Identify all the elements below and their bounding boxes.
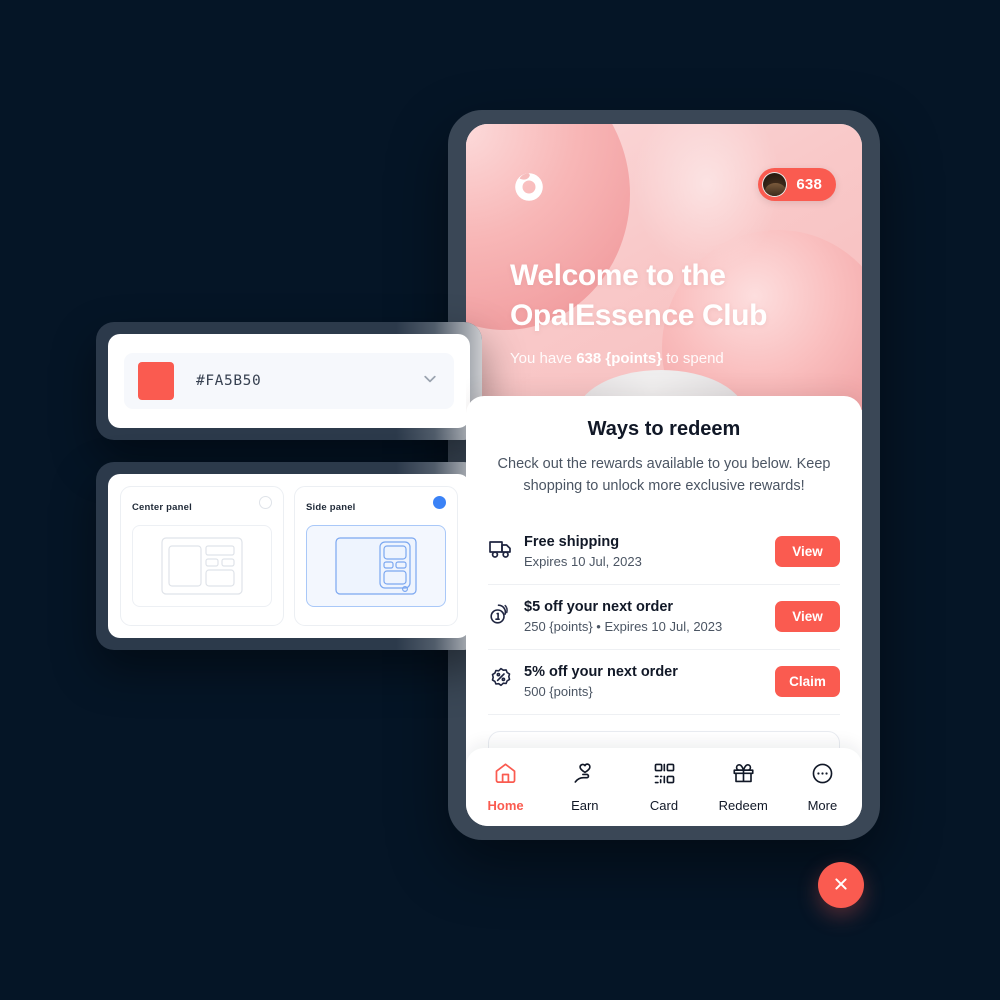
side-panel-preview bbox=[306, 525, 446, 607]
sheet-title: Ways to redeem bbox=[587, 418, 741, 440]
hero-subtitle-points: 638 {points} bbox=[576, 350, 663, 367]
gift-icon bbox=[731, 761, 756, 791]
color-swatch[interactable] bbox=[138, 362, 174, 400]
tab-earn[interactable]: Earn bbox=[545, 761, 624, 813]
chevron-down-icon[interactable] bbox=[420, 369, 440, 394]
color-select-field[interactable]: #FA5B50 bbox=[124, 353, 454, 409]
more-dots-icon bbox=[810, 761, 835, 791]
qr-card-icon bbox=[652, 761, 677, 791]
layout-option-center-panel[interactable]: Center panel bbox=[120, 486, 284, 626]
layout-options-group: Center panel Side panel bbox=[120, 486, 458, 626]
color-hex-value: #FA5B50 bbox=[196, 373, 262, 389]
reward-row: $5 off your next order 250 {points} • Ex… bbox=[488, 585, 840, 650]
color-picker-panel: #FA5B50 bbox=[96, 322, 482, 440]
hero-subtitle-suffix: to spend bbox=[662, 350, 724, 367]
color-picker-card: #FA5B50 bbox=[108, 334, 470, 428]
tab-label: Earn bbox=[571, 798, 599, 813]
user-avatar bbox=[762, 172, 788, 197]
radio-button[interactable] bbox=[259, 496, 272, 509]
reward-row: Free shipping Expires 10 Jul, 2023 View bbox=[488, 520, 840, 585]
phone-mockup: 638 Welcome to the OpalEssence Club You … bbox=[448, 110, 880, 840]
bottom-tab-bar: Home Earn Card Redeem More bbox=[466, 748, 862, 826]
tab-label: Home bbox=[487, 798, 524, 813]
close-icon bbox=[831, 874, 851, 897]
percent-badge-icon bbox=[488, 666, 524, 697]
radio-button[interactable] bbox=[433, 496, 446, 509]
layout-option-label: Side panel bbox=[306, 502, 356, 513]
layout-options-panel: Center panel Side panel bbox=[96, 462, 482, 650]
reward-action-button[interactable]: View bbox=[775, 535, 840, 567]
points-badge[interactable]: 638 bbox=[758, 168, 836, 201]
reward-meta: 250 {points} • Expires 10 Jul, 2023 bbox=[524, 618, 723, 634]
reward-text: $5 off your next order 250 {points} • Ex… bbox=[524, 599, 775, 634]
reward-meta: 500 {points} bbox=[524, 683, 593, 699]
hero-subtitle: You have 638 {points} to spend bbox=[510, 350, 724, 367]
rewards-list: Free shipping Expires 10 Jul, 2023 View bbox=[488, 520, 840, 715]
sheet-description: Check out the rewards available to you b… bbox=[497, 456, 831, 494]
reward-name: Free shipping bbox=[524, 533, 620, 550]
center-panel-preview bbox=[132, 525, 272, 607]
tab-label: Card bbox=[649, 798, 679, 813]
reward-action-button[interactable]: Claim bbox=[775, 665, 840, 697]
tab-home[interactable]: Home bbox=[466, 761, 545, 813]
tab-card[interactable]: Card bbox=[624, 761, 703, 813]
home-icon bbox=[493, 761, 518, 791]
hero-banner: 638 Welcome to the OpalEssence Club You … bbox=[466, 124, 862, 410]
tab-more[interactable]: More bbox=[783, 761, 862, 813]
reward-action-button[interactable]: View bbox=[775, 600, 840, 632]
reward-row: 5% off your next order 500 {points} Clai… bbox=[488, 650, 840, 715]
coins-icon bbox=[488, 601, 524, 632]
layout-option-label: Center panel bbox=[132, 502, 192, 513]
reward-name: 5% off your next order bbox=[524, 663, 678, 680]
opal-swirl-logo-icon bbox=[512, 170, 546, 204]
earn-hand-heart-icon bbox=[572, 761, 597, 791]
canvas: 638 Welcome to the OpalEssence Club You … bbox=[0, 0, 1000, 1000]
truck-icon bbox=[488, 537, 524, 566]
phone-screen: 638 Welcome to the OpalEssence Club You … bbox=[466, 124, 862, 826]
tab-label: More bbox=[807, 798, 838, 813]
tab-redeem[interactable]: Redeem bbox=[704, 761, 783, 813]
hero-subtitle-prefix: You have bbox=[510, 350, 577, 367]
close-button[interactable] bbox=[818, 862, 864, 908]
reward-text: 5% off your next order 500 {points} bbox=[524, 664, 775, 699]
points-value: 638 bbox=[796, 176, 822, 193]
reward-name: $5 off your next order bbox=[524, 598, 674, 615]
reward-meta: Expires 10 Jul, 2023 bbox=[524, 553, 642, 569]
layout-option-side-panel[interactable]: Side panel bbox=[294, 486, 458, 626]
tab-label: Redeem bbox=[718, 798, 768, 813]
hero-title: Welcome to the OpalEssence Club bbox=[510, 259, 768, 332]
layout-options-card: Center panel Side panel bbox=[108, 474, 470, 638]
reward-text: Free shipping Expires 10 Jul, 2023 bbox=[524, 534, 775, 569]
